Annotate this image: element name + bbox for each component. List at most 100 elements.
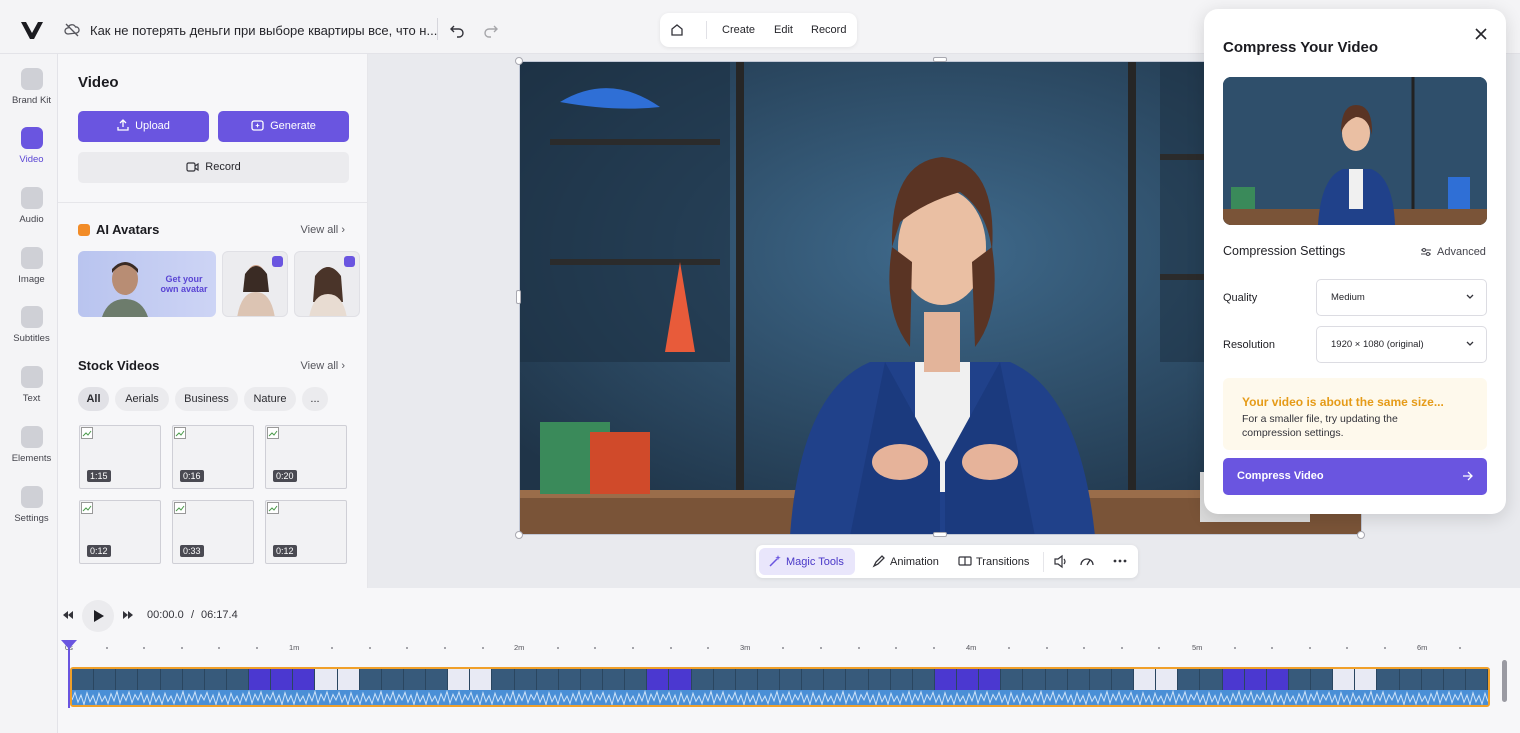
track-frame — [293, 669, 316, 690]
close-icon[interactable] — [1474, 27, 1488, 41]
ai-avatars-view-all[interactable]: View all › — [301, 224, 345, 236]
track-frame — [94, 669, 117, 690]
magic-tools-button[interactable]: Magic Tools — [768, 554, 844, 568]
rail-item-settings[interactable]: Settings — [0, 486, 58, 536]
app-logo-icon[interactable] — [20, 20, 44, 40]
track-frame — [1244, 669, 1267, 690]
stock-video-thumb[interactable]: 0:16 — [172, 425, 254, 489]
magic-wand-icon — [769, 555, 781, 567]
stock-videos-view-all[interactable]: View all › — [301, 360, 345, 372]
video-track[interactable] — [70, 667, 1490, 707]
undo-icon[interactable] — [449, 22, 465, 38]
cloud-off-icon[interactable] — [64, 23, 80, 37]
resize-handle[interactable] — [515, 57, 523, 65]
playhead-handle[interactable] — [61, 640, 77, 649]
track-frame — [691, 669, 714, 690]
animation-button[interactable]: Animation — [872, 554, 939, 568]
divider — [58, 202, 368, 203]
duration-badge: 0:20 — [273, 470, 297, 482]
redo-icon[interactable] — [483, 22, 499, 38]
rail-item-elements[interactable]: Elements — [0, 426, 58, 476]
timeline-scrollbar[interactable] — [1502, 660, 1507, 702]
resize-handle[interactable] — [516, 290, 521, 304]
magic-tools-label: Magic Tools — [786, 556, 844, 568]
advanced-button[interactable]: Advanced — [1420, 246, 1486, 258]
brand-kit-icon — [21, 68, 43, 90]
document-title[interactable]: Как не потерять деньги при выборе кварти… — [90, 23, 437, 38]
chip-all[interactable]: All — [78, 387, 109, 411]
rail-item-subtitles[interactable]: Subtitles — [0, 306, 58, 356]
avatar-card[interactable] — [222, 251, 288, 317]
track-frame — [72, 669, 95, 690]
track-frame — [1023, 669, 1046, 690]
edit-tab[interactable]: Edit — [774, 24, 793, 36]
upload-button[interactable]: Upload — [78, 111, 209, 142]
home-icon[interactable] — [670, 23, 684, 37]
generate-button[interactable]: Generate — [218, 111, 349, 142]
track-frame — [226, 669, 249, 690]
ruler-tick — [180, 647, 183, 649]
stock-video-thumb[interactable]: 0:20 — [265, 425, 347, 489]
record-tab[interactable]: Record — [811, 24, 846, 36]
skip-back-icon[interactable] — [62, 610, 74, 620]
track-frame — [403, 669, 426, 690]
track-frame — [204, 669, 227, 690]
volume-icon[interactable] — [1053, 554, 1069, 569]
track-frame — [669, 669, 692, 690]
track-frame — [934, 669, 957, 690]
track-frame — [1222, 669, 1245, 690]
canvas-toolbar: Magic Tools Animation Transitions — [756, 545, 1138, 578]
stock-video-thumb[interactable]: 0:12 — [79, 500, 161, 564]
ruler-mark: 3m — [740, 643, 751, 652]
avatar-card[interactable] — [294, 251, 360, 317]
audio-icon — [21, 187, 43, 209]
skip-forward-icon[interactable] — [122, 610, 134, 620]
duration-badge: 0:16 — [180, 470, 204, 482]
quality-label: Quality — [1223, 292, 1258, 304]
resize-handle[interactable] — [1357, 531, 1365, 539]
rail-item-video[interactable]: Video — [0, 127, 58, 177]
duration-badge: 0:33 — [180, 545, 204, 557]
chip-business[interactable]: Business — [175, 387, 238, 411]
ruler-tick — [1308, 647, 1311, 649]
resize-handle[interactable] — [933, 57, 947, 62]
current-time: 00:00.0 — [147, 609, 184, 621]
broken-image-icon — [267, 427, 279, 439]
track-frame — [182, 669, 205, 690]
video-panel: Video Upload Generate Record AI Avatars … — [58, 54, 368, 588]
timeline-ruler[interactable]: 0s 1m 2m 3m 4m 5m 6m — [65, 640, 1488, 660]
resize-handle[interactable] — [515, 531, 523, 539]
rail-item-brand-kit[interactable]: Brand Kit — [0, 68, 58, 118]
speed-icon[interactable] — [1079, 554, 1095, 569]
premium-badge-icon — [272, 256, 283, 267]
transitions-label: Transitions — [976, 556, 1030, 568]
rail-item-audio[interactable]: Audio — [0, 187, 58, 237]
stock-video-thumb[interactable]: 0:33 — [172, 500, 254, 564]
chip-aerials[interactable]: Aerials — [115, 387, 169, 411]
create-tab[interactable]: Create — [722, 24, 755, 36]
rail-item-image[interactable]: Image — [0, 247, 58, 297]
chip-more[interactable]: ... — [302, 387, 328, 411]
chip-nature[interactable]: Nature — [244, 387, 296, 411]
playhead[interactable] — [68, 642, 70, 708]
quality-select[interactable]: Medium — [1316, 279, 1487, 316]
compress-video-button[interactable]: Compress Video — [1223, 458, 1487, 495]
transitions-button[interactable]: Transitions — [958, 554, 1029, 568]
audio-waveform — [72, 689, 1488, 705]
image-icon — [21, 247, 43, 269]
resolution-select[interactable]: 1920 × 1080 (original) — [1316, 326, 1487, 363]
broken-image-icon — [174, 427, 186, 439]
premium-badge-icon — [344, 256, 355, 267]
resize-handle[interactable] — [933, 532, 947, 537]
more-options-icon[interactable] — [1113, 559, 1127, 563]
play-button[interactable] — [82, 600, 114, 632]
stock-video-thumb[interactable]: 1:15 — [79, 425, 161, 489]
record-button[interactable]: Record — [78, 152, 349, 183]
own-avatar-card[interactable]: Get your own avatar — [78, 251, 216, 317]
track-frame — [1200, 669, 1223, 690]
generate-label: Generate — [270, 120, 316, 132]
stock-video-thumb[interactable]: 0:12 — [265, 500, 347, 564]
own-avatar-cta: Get your own avatar — [160, 274, 208, 294]
rail-item-text[interactable]: Text — [0, 366, 58, 416]
track-frame — [337, 669, 360, 690]
